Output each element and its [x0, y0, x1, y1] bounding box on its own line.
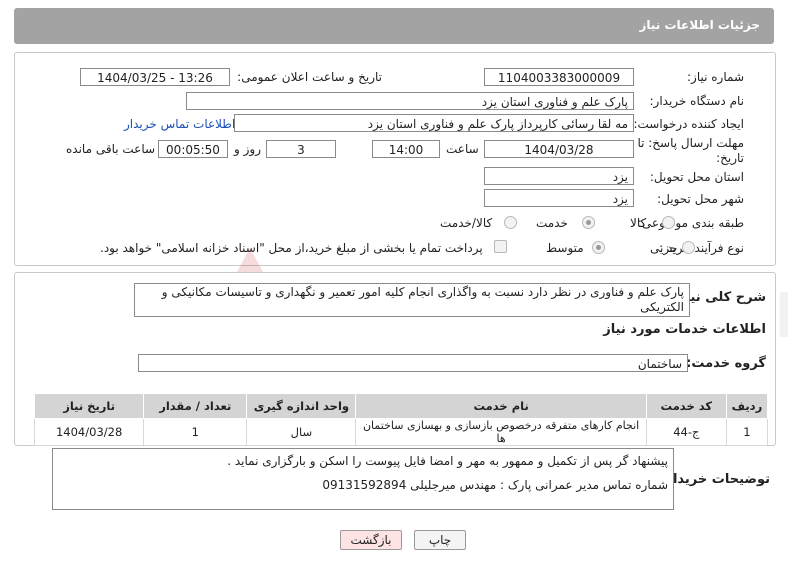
- page-title: جزئیات اطلاعات نیاز: [639, 18, 760, 32]
- buyer-label: نام دستگاه خریدار:: [649, 94, 745, 108]
- cell-qty: 1: [143, 418, 248, 446]
- category-radio-service[interactable]: [582, 216, 595, 229]
- print-button[interactable]: چاپ: [414, 530, 466, 550]
- col-unit: واحد اندازه گیری: [246, 393, 357, 419]
- buyer-notes-line-2: شماره تماس مدیر عمرانی پارک : مهندس میرج…: [322, 478, 668, 492]
- deadline-label: مهلت ارسال پاسخ: تا تاریخ:: [637, 136, 744, 165]
- need-number-label: شماره نیاز:: [687, 70, 744, 84]
- category-radio-goods[interactable]: [662, 216, 675, 229]
- days-label: روز و: [234, 142, 261, 156]
- buyer-contact-link[interactable]: اطلاعات تماس خریدار: [124, 117, 235, 131]
- payment-note: پرداخت تمام یا بخشی از مبلغ خرید،از محل …: [100, 241, 483, 255]
- need-number-field[interactable]: 1104003383000009: [484, 68, 634, 86]
- deadline-time-field[interactable]: 14:00: [372, 140, 440, 158]
- cell-date: 1404/03/28: [33, 418, 145, 446]
- service-group-field[interactable]: ساختمان: [138, 354, 688, 372]
- table-header-row: ردیف کد خدمت نام خدمت واحد اندازه گیری ت…: [33, 393, 769, 419]
- province-label: استان محل تحویل:: [649, 170, 744, 184]
- hour-label: ساعت: [446, 142, 479, 156]
- creator-label: ایجاد کننده درخواست:: [633, 117, 744, 131]
- days-field[interactable]: 3: [266, 140, 336, 158]
- cell-name: انجام کارهای متفرقه درخصوص بازسازی و بهس…: [355, 418, 647, 446]
- cell-unit: سال: [246, 418, 357, 446]
- buyer-notes-textarea[interactable]: پیشنهاد گر پس از تکمیل و ممهور به مهر و …: [52, 448, 674, 510]
- remaining-time-field[interactable]: 00:05:50: [158, 140, 228, 158]
- services-section-title: اطلاعات خدمات مورد نیاز: [603, 322, 766, 337]
- announce-label: تاریخ و ساعت اعلان عمومی:: [237, 70, 382, 84]
- category-label: طبقه بندی موضوعی:: [637, 216, 744, 230]
- col-date: تاریخ نیاز: [33, 393, 145, 419]
- remaining-label: ساعت باقی مانده: [66, 142, 156, 156]
- col-name: نام خدمت: [355, 393, 647, 419]
- buyer-notes-line-1: پیشنهاد گر پس از تکمیل و ممهور به مهر و …: [227, 454, 668, 468]
- back-button[interactable]: بازگشت: [340, 530, 402, 550]
- table-row[interactable]: 1 ج-44 انجام کارهای متفرقه درخصوص بازساز…: [33, 418, 769, 446]
- col-qty: تعداد / مقدار: [143, 393, 248, 419]
- category-radio-goods-service[interactable]: [504, 216, 517, 229]
- deadline-date-field[interactable]: 1404/03/28: [484, 140, 634, 158]
- category-option-service: خدمت: [536, 216, 568, 230]
- process-option-medium: متوسط: [546, 241, 584, 255]
- city-label: شهر محل تحویل:: [657, 192, 744, 206]
- treasury-checkbox[interactable]: [494, 240, 507, 253]
- city-field[interactable]: یزد: [484, 189, 634, 207]
- services-table: ردیف کد خدمت نام خدمت واحد اندازه گیری ت…: [33, 393, 769, 446]
- process-radio-medium[interactable]: [592, 241, 605, 254]
- category-option-goods: کالا: [630, 216, 647, 230]
- buyer-field[interactable]: پارک علم و فناوری استان یزد: [186, 92, 634, 110]
- buyer-notes-label: توضیحات خریدار:: [660, 472, 770, 487]
- creator-field[interactable]: مه لقا رسائی کارپرداز پارک علم و فناوری …: [234, 114, 634, 132]
- process-option-minor: جزیی: [650, 241, 678, 255]
- col-row: ردیف: [725, 393, 769, 419]
- page-header: جزئیات اطلاعات نیاز: [14, 8, 774, 44]
- process-radio-minor[interactable]: [682, 241, 695, 254]
- announce-field[interactable]: 1404/03/25 - 13:26: [80, 68, 230, 86]
- category-option-goods-service: کالا/خدمت: [440, 216, 493, 230]
- cell-code: ج-44: [645, 418, 727, 446]
- col-code: کد خدمت: [645, 393, 727, 419]
- cell-row: 1: [725, 418, 769, 446]
- service-group-label: گروه خدمت:: [686, 356, 766, 371]
- summary-textarea[interactable]: پارک علم و فناوری در نظر دارد نسبت به وا…: [134, 283, 690, 317]
- province-field[interactable]: یزد: [484, 167, 634, 185]
